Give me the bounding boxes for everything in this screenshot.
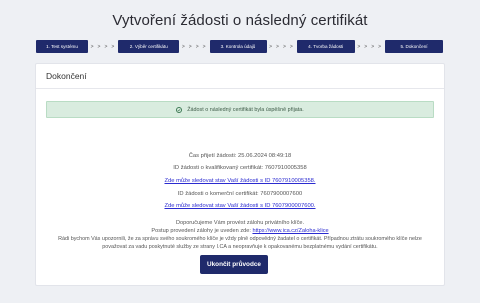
step-3: 3. Kontrola údajů [209, 40, 267, 53]
step-2: 2. Výběr certifikátu [118, 40, 180, 53]
qualified-status-link[interactable]: Zde může sledovat stav Vaší žádosti s ID… [164, 178, 315, 184]
success-message: Žádost o následný certifikát byla úspěšn… [187, 106, 304, 113]
finish-wizard-button[interactable]: Ukončit průvodce [200, 255, 268, 274]
check-circle-icon [176, 106, 183, 113]
commercial-request-id: ID žádosti o komerční certifikát: 760790… [177, 191, 303, 197]
qualified-request-id: ID žádosti o kvalifikovaný certifikát: 7… [173, 165, 307, 171]
page-title: Vytvoření žádosti o následný certifikát [112, 12, 368, 29]
backup-link[interactable]: https://www.ica.cz/Zaloha-klice [252, 228, 328, 234]
step-separator: > > > > [357, 43, 383, 50]
step-separator: > > > > [269, 43, 295, 50]
step-1: 1. Test systému [36, 40, 88, 53]
completion-card: Dokončení Žádost o následný certifikát b… [35, 63, 445, 286]
step-separator: > > > > [90, 43, 116, 50]
step-5: 5. Dokončení [385, 40, 443, 53]
success-alert: Žádost o následný certifikát byla úspěšn… [46, 101, 434, 118]
private-key-warning: Rádi bychom Vás upozornili, že za správu… [58, 236, 422, 251]
wizard-steps: 1. Test systému > > > > 2. Výběr certifi… [36, 40, 443, 53]
step-separator: > > > > [181, 43, 207, 50]
commercial-status-link[interactable]: Zde může sledovat stav Vaší žádosti s ID… [164, 203, 315, 209]
received-time: Čas přijetí žádosti: 25.06.2024 08:49:18 [188, 153, 292, 159]
card-header: Dokončení [36, 64, 444, 89]
step-4: 4. Tvorba žádosti [296, 40, 355, 53]
backup-prefix: Postup provedení zálohy je uveden zde: [151, 228, 253, 234]
